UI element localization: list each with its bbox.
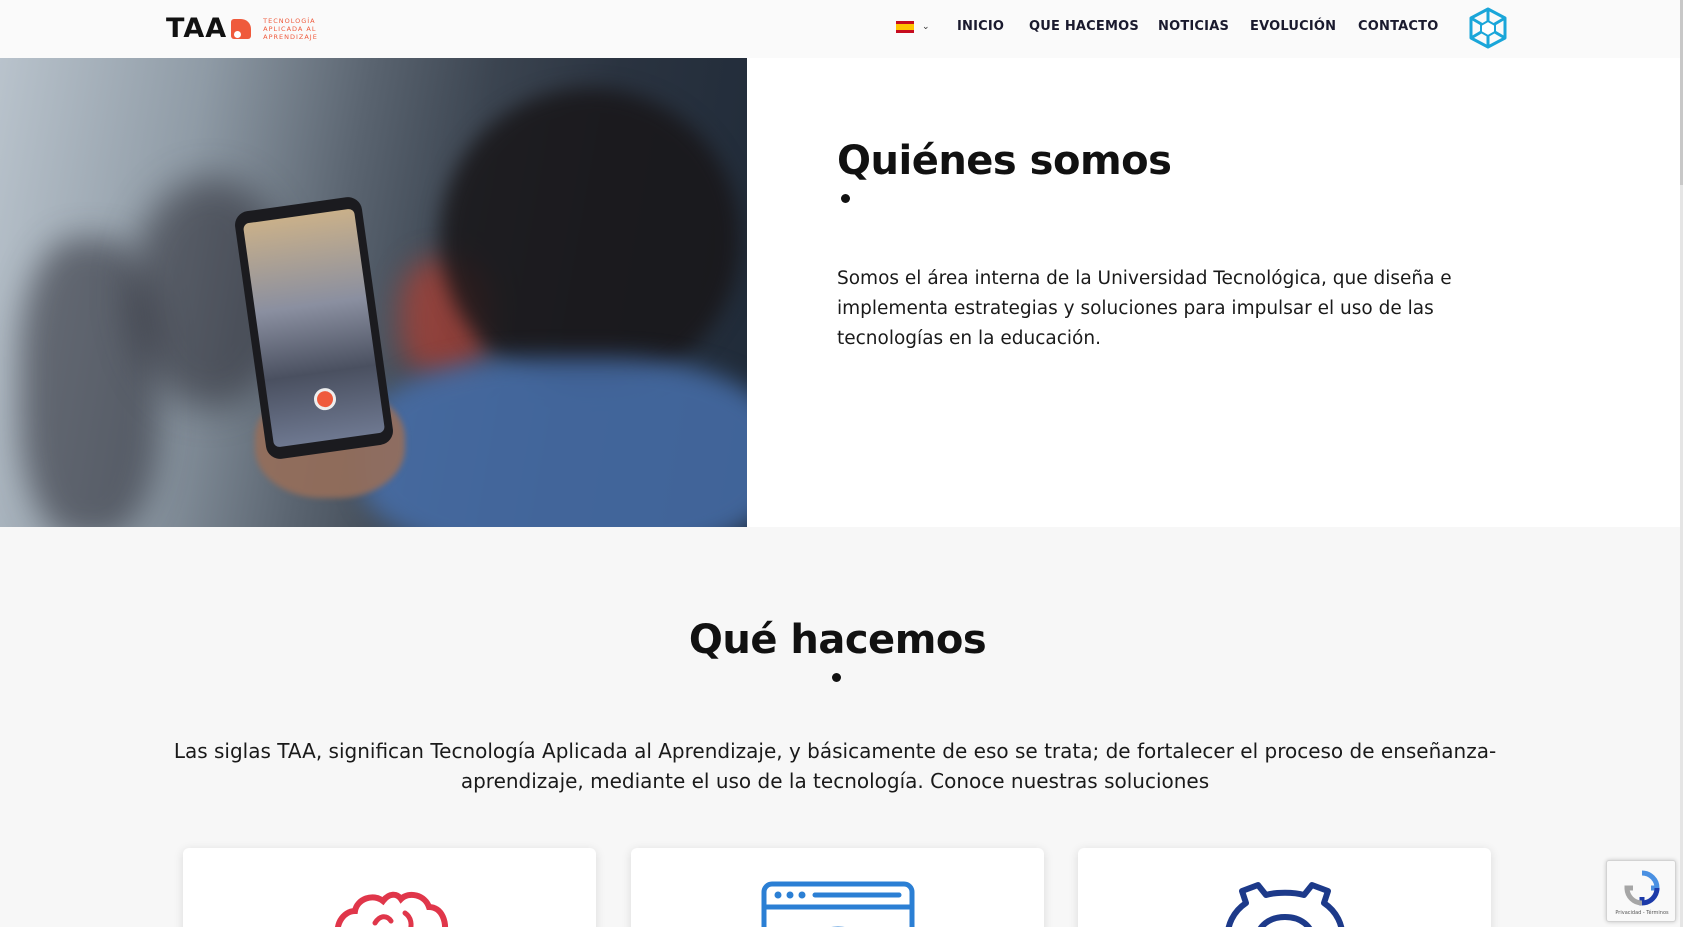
about-section: Quiénes somos Somos el área interna de l… — [0, 58, 1680, 527]
what-title: Qué hacemos — [688, 617, 987, 663]
solution-card[interactable] — [183, 848, 596, 927]
language-selector[interactable]: ⌄ — [896, 21, 930, 33]
what-description: Las siglas TAA, significan Tecnología Ap… — [173, 739, 1497, 793]
logo-tagline: TECNOLOGÍA APLICADA AL APRENDIZAJE — [263, 17, 323, 41]
site-logo[interactable]: TAA TECNOLOGÍA APLICADA AL APRENDIZAJE — [166, 14, 323, 44]
spain-flag-icon — [896, 21, 914, 33]
solution-card[interactable] — [1078, 848, 1491, 927]
recaptcha-icon — [1624, 870, 1660, 906]
nav-noticias[interactable]: NOTICIAS — [1158, 19, 1229, 34]
solution-card[interactable] — [631, 848, 1044, 927]
nav-contacto[interactable]: CONTACTO — [1358, 19, 1438, 34]
hero-photo — [0, 58, 747, 527]
logo-wordmark: TAA — [166, 13, 228, 44]
brain-icon — [334, 891, 448, 927]
logo-mark-icon — [231, 17, 255, 41]
recaptcha-links[interactable]: Privacidad - Términos — [1607, 910, 1677, 916]
title-dot — [841, 194, 850, 203]
nav-inicio[interactable]: INICIO — [957, 19, 1004, 34]
nav-que-hacemos[interactable]: QUE HACEMOS — [1029, 19, 1139, 34]
gear-icon — [1225, 882, 1344, 927]
chevron-down-icon: ⌄ — [922, 22, 930, 32]
about-title: Quiénes somos — [837, 138, 1172, 184]
logo-tagline-line: TECNOLOGÍA — [263, 17, 316, 25]
recaptcha-badge[interactable]: Privacidad - Términos — [1606, 860, 1676, 922]
logo-tagline-line: APLICADA AL — [263, 25, 317, 33]
browser-window-icon — [761, 881, 914, 927]
logo-tagline-line: APRENDIZAJE — [263, 33, 318, 41]
title-dot — [832, 673, 841, 682]
nav-evolucion[interactable]: EVOLUCIÓN — [1250, 19, 1336, 34]
hexagon-snowflake-icon[interactable] — [1468, 7, 1508, 49]
site-header: TAA TECNOLOGÍA APLICADA AL APRENDIZAJE ⌄… — [0, 0, 1680, 58]
about-description: Somos el área interna de la Universidad … — [837, 268, 1452, 349]
